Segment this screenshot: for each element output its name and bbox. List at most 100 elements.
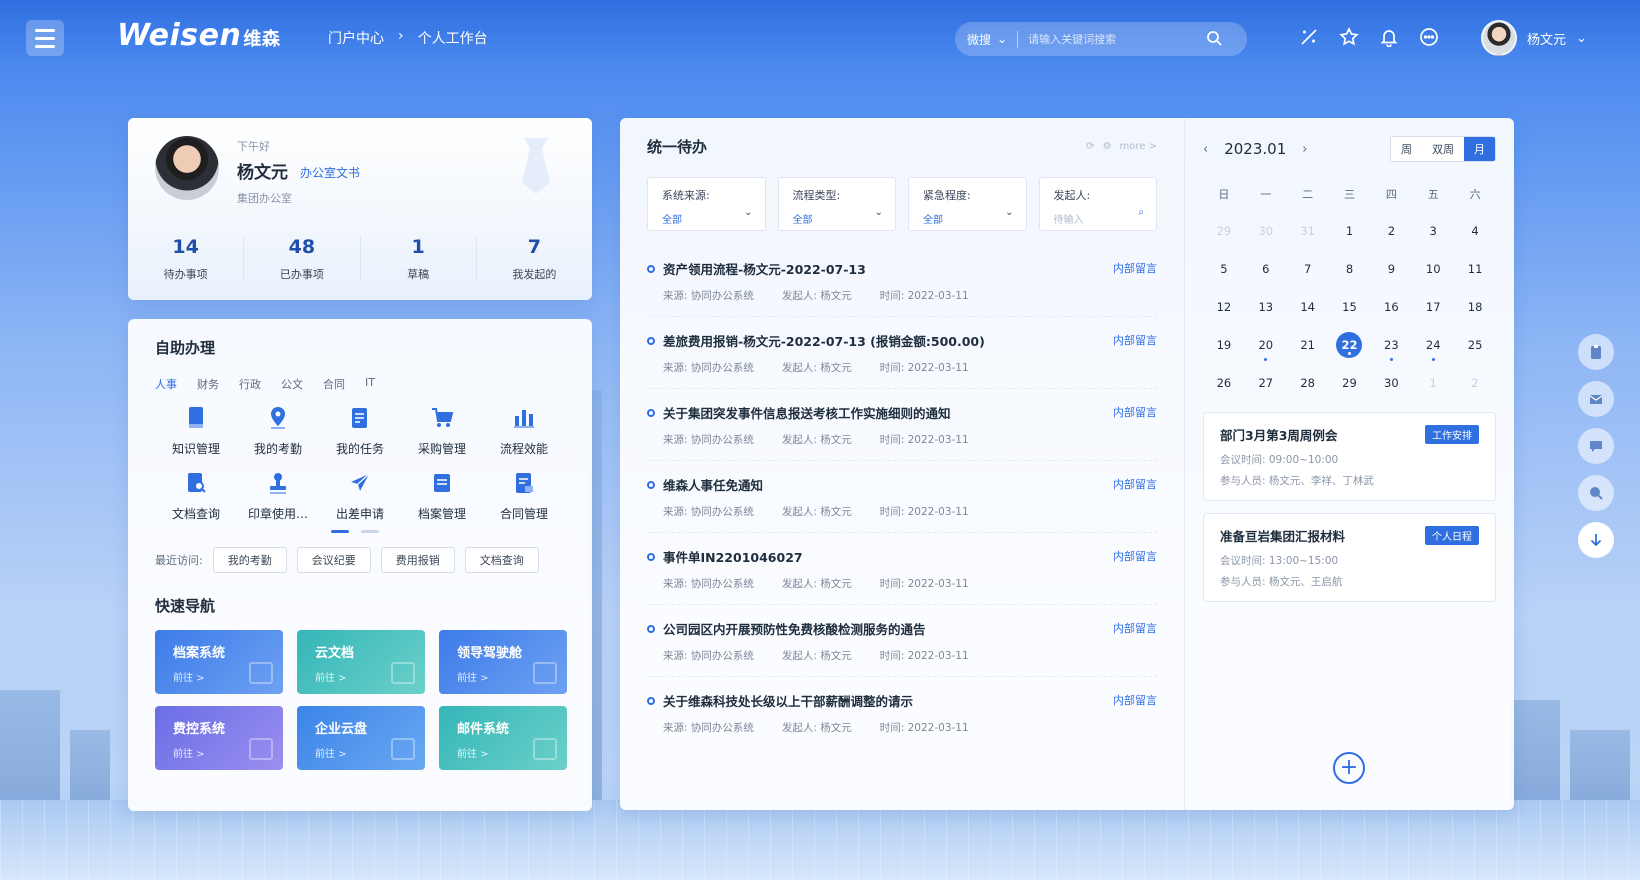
calendar-day[interactable]: 14 (1287, 294, 1329, 320)
service-doc-search[interactable]: 文档查询 (155, 471, 237, 522)
gear-icon[interactable]: ⚙ (1103, 141, 1112, 152)
internal-message-link[interactable]: 内部留言 (1113, 692, 1157, 708)
calendar-day[interactable]: 30 (1370, 370, 1412, 396)
clipboard-icon[interactable] (1578, 334, 1614, 370)
tab-it[interactable]: IT (365, 376, 375, 392)
calendar-day[interactable]: 2 (1370, 218, 1412, 244)
calendar-day[interactable]: 12 (1203, 294, 1245, 320)
view-biweek[interactable]: 双周 (1422, 137, 1464, 161)
view-month[interactable]: 月 (1464, 137, 1495, 161)
menu-toggle-button[interactable] (26, 20, 64, 56)
todo-item-title[interactable]: 差旅费用报销-杨文元-2022-07-13 (报销金额:500.00) (663, 331, 1157, 350)
recent-chip[interactable]: 会议纪要 (296, 547, 371, 573)
breadcrumb-portal[interactable]: 门户中心 (328, 28, 384, 48)
calendar-day[interactable]: 7 (1287, 256, 1329, 282)
pager-dot-2[interactable] (361, 530, 379, 533)
calendar-day[interactable]: 23 (1370, 332, 1412, 361)
calendar-day[interactable]: 6 (1245, 256, 1287, 282)
internal-message-link[interactable]: 内部留言 (1113, 476, 1157, 492)
more-link[interactable]: more > (1120, 141, 1157, 152)
calendar-day[interactable]: 3 (1412, 218, 1454, 244)
pager-dot-1[interactable] (331, 530, 349, 533)
stat-initiated[interactable]: 7 我发起的 (477, 236, 592, 282)
tab-finance[interactable]: 财务 (197, 376, 219, 392)
calendar-day[interactable]: 30 (1245, 218, 1287, 244)
service-process-efficiency[interactable]: 流程效能 (483, 406, 565, 457)
calendar-day[interactable]: 16 (1370, 294, 1412, 320)
event-card[interactable]: 准备亘岩集团汇报材料 个人日程 会议时间: 13:00~15:00 参与人员: 杨文元… (1203, 513, 1496, 602)
todo-item-title[interactable]: 关于维森科技处长级以上干部薪酬调整的请示 (663, 691, 1157, 710)
filter-urgency[interactable]: 紧急程度: 全部 ⌄ (908, 177, 1027, 231)
brand-logo[interactable]: Weisen 维森 (117, 18, 280, 53)
todo-item-title[interactable]: 资产领用流程-杨文元-2022-07-13 (663, 259, 1157, 278)
calendar-day[interactable]: 8 (1329, 256, 1371, 282)
more-icon[interactable] (1418, 26, 1440, 48)
service-stamp[interactable]: 印章使用… (237, 471, 319, 522)
star-icon[interactable] (1338, 26, 1360, 48)
arrow-down-icon[interactable] (1578, 522, 1614, 558)
prev-month-button[interactable]: ‹ (1203, 142, 1208, 157)
todo-item-title[interactable]: 事件单IN2201046027 (663, 547, 1157, 566)
internal-message-link[interactable]: 内部留言 (1113, 548, 1157, 564)
search-scope-select[interactable]: 微搜 ⌄ (967, 30, 1019, 48)
calendar-day[interactable]: 1 (1412, 370, 1454, 396)
filter-source[interactable]: 系统来源: 全部 ⌄ (647, 177, 766, 231)
todo-item[interactable]: 资产领用流程-杨文元-2022-07-13 来源: 协同办公系统 发起人: 杨文元 时… (647, 245, 1157, 317)
todo-item-title[interactable]: 公司园区内开展预防性免费核酸检测服务的通告 (663, 619, 1157, 638)
calendar-day[interactable]: 31 (1287, 218, 1329, 244)
view-week[interactable]: 周 (1391, 137, 1422, 161)
calendar-day[interactable]: 13 (1245, 294, 1287, 320)
search-doc-icon[interactable] (1578, 475, 1614, 511)
calendar-day[interactable]: 9 (1370, 256, 1412, 282)
tile-expense-system[interactable]: 费控系统 前往 > (155, 706, 283, 770)
tile-mail-system[interactable]: 邮件系统 前往 > (439, 706, 567, 770)
stat-draft[interactable]: 1 草稿 (361, 236, 477, 282)
tile-archive-system[interactable]: 档案系统 前往 > (155, 630, 283, 694)
todo-item[interactable]: 维森人事任免通知 来源: 协同办公系统 发起人: 杨文元 时间: 2022-03-11… (647, 461, 1157, 533)
tab-document[interactable]: 公文 (281, 376, 303, 392)
calendar-day[interactable]: 1 (1329, 218, 1371, 244)
calendar-day[interactable]: 20 (1245, 332, 1287, 361)
todo-item[interactable]: 事件单IN2201046027 来源: 协同办公系统 发起人: 杨文元 时间: 202… (647, 533, 1157, 605)
internal-message-link[interactable]: 内部留言 (1113, 260, 1157, 276)
todo-item-title[interactable]: 维森人事任免通知 (663, 475, 1157, 494)
calendar-day[interactable]: 29 (1203, 218, 1245, 244)
search-icon[interactable] (1206, 30, 1222, 49)
recent-chip[interactable]: 我的考勤 (212, 547, 287, 573)
next-month-button[interactable]: › (1302, 142, 1307, 157)
refresh-icon[interactable]: ⟳ (1086, 141, 1094, 152)
todo-item[interactable]: 差旅费用报销-杨文元-2022-07-13 (报销金额:500.00) 来源: 协… (647, 317, 1157, 389)
magic-wand-icon[interactable] (1298, 26, 1320, 48)
todo-item[interactable]: 关于维森科技处长级以上干部薪酬调整的请示 来源: 协同办公系统 发起人: 杨文元 时间… (647, 677, 1157, 748)
calendar-day[interactable]: 11 (1454, 256, 1496, 282)
todo-item[interactable]: 关于集团突发事件信息报送考核工作实施细则的通知 来源: 协同办公系统 发起人: 杨文… (647, 389, 1157, 461)
calendar-day[interactable]: 26 (1203, 370, 1245, 396)
filter-process-type[interactable]: 流程类型: 全部 ⌄ (777, 177, 896, 231)
stat-pending[interactable]: 14 待办事项 (128, 236, 245, 282)
add-event-button[interactable]: + (1333, 752, 1365, 784)
internal-message-link[interactable]: 内部留言 (1113, 620, 1157, 636)
calendar-day[interactable]: 10 (1412, 256, 1454, 282)
service-tasks[interactable]: 我的任务 (319, 406, 401, 457)
stat-done[interactable]: 48 已办事项 (244, 236, 361, 282)
todo-item-title[interactable]: 关于集团突发事件信息报送考核工作实施细则的通知 (663, 403, 1157, 422)
service-knowledge[interactable]: 知识管理 (155, 406, 237, 457)
service-contract[interactable]: 合同管理 (483, 471, 565, 522)
filter-initiator[interactable]: 发起人: 待输入 ⌕ (1038, 177, 1157, 231)
tab-hr[interactable]: 人事 (155, 376, 177, 392)
service-purchase[interactable]: 采购管理 (401, 406, 483, 457)
calendar-day[interactable]: 25 (1454, 332, 1496, 358)
tile-cloud-doc[interactable]: 云文档 前往 > (297, 630, 425, 694)
calendar-day[interactable]: 17 (1412, 294, 1454, 320)
service-attendance[interactable]: 我的考勤 (237, 406, 319, 457)
todo-item[interactable]: 公司园区内开展预防性免费核酸检测服务的通告 来源: 协同办公系统 发起人: 杨文元 时… (647, 605, 1157, 677)
recent-chip[interactable]: 文档查询 (464, 547, 539, 573)
tile-cloud-drive[interactable]: 企业云盘 前往 > (297, 706, 425, 770)
service-travel[interactable]: 出差申请 (319, 471, 401, 522)
calendar-day[interactable]: 28 (1287, 370, 1329, 396)
calendar-day[interactable]: 5 (1203, 256, 1245, 282)
calendar-day[interactable]: 18 (1454, 294, 1496, 320)
calendar-day[interactable]: 4 (1454, 218, 1496, 244)
chat-icon[interactable] (1578, 428, 1614, 464)
calendar-day[interactable]: 29 (1329, 370, 1371, 396)
